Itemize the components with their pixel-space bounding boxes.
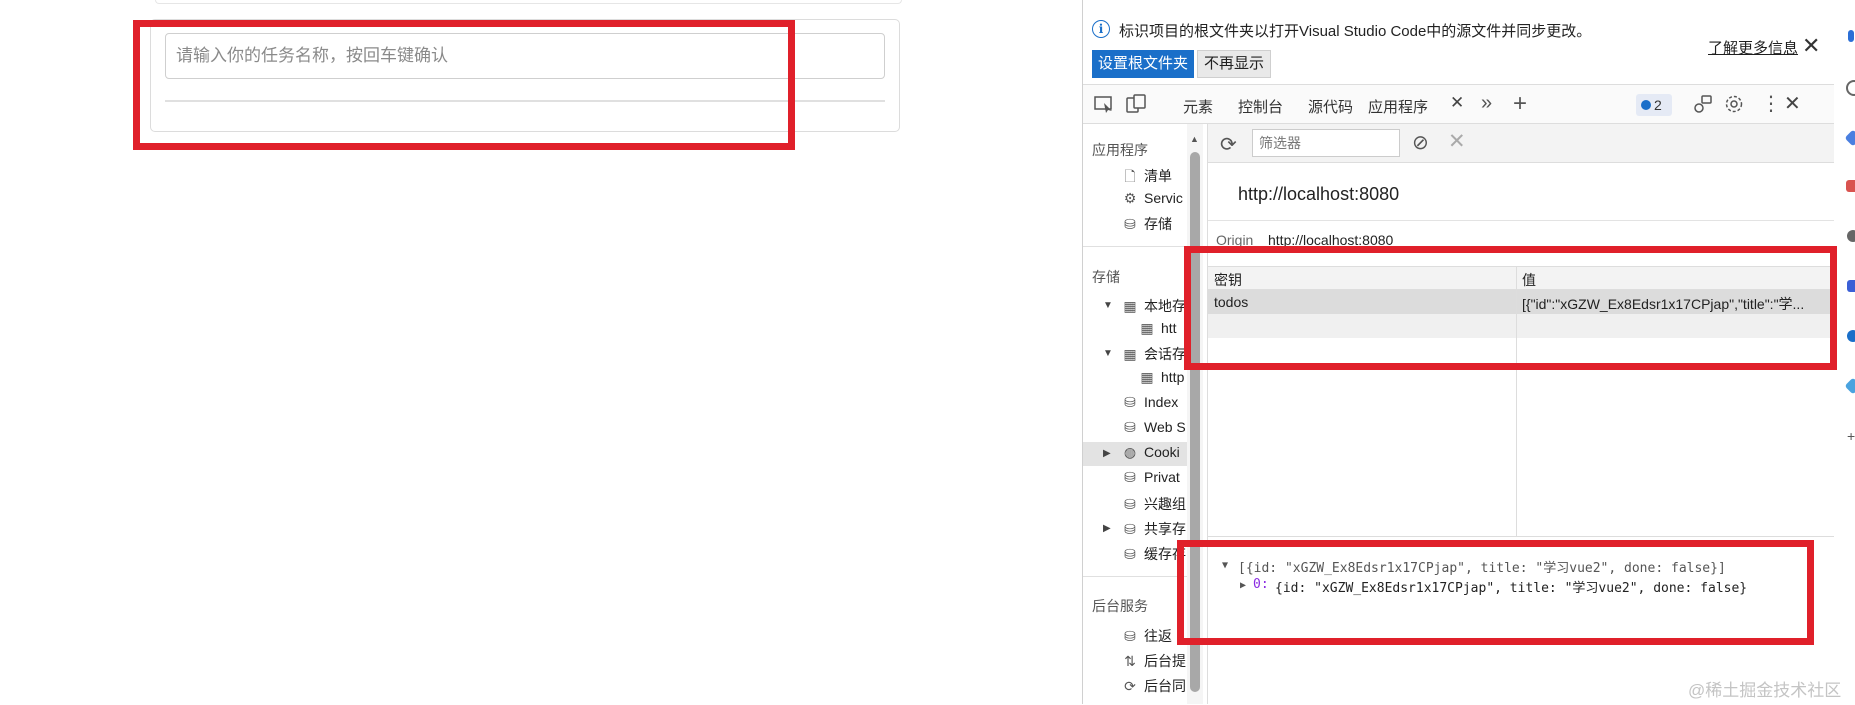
dont-show-again-button[interactable]: 不再显示 bbox=[1197, 50, 1272, 78]
sidebar-section-application: 应用程序 bbox=[1092, 142, 1148, 158]
set-root-folder-button[interactable]: 设置根文件夹 bbox=[1092, 50, 1195, 78]
settings-gear-icon[interactable] bbox=[1723, 94, 1745, 114]
games-icon[interactable] bbox=[1847, 230, 1855, 242]
collapse-triangle-icon[interactable]: ▼ bbox=[1222, 560, 1228, 571]
page-top-edge bbox=[155, 0, 902, 4]
issues-count: 2 bbox=[1654, 97, 1662, 113]
issues-badge[interactable]: 2 bbox=[1636, 94, 1672, 116]
cell-value: [{"id":"xGZW_Ex8Edsr1x17CPjap","title":"… bbox=[1522, 296, 1805, 312]
column-separator[interactable] bbox=[1516, 267, 1517, 537]
clear-all-icon[interactable]: ⊘ bbox=[1412, 130, 1429, 155]
origin-divider bbox=[1208, 220, 1835, 221]
tab-elements[interactable]: 元素 bbox=[1183, 96, 1213, 117]
sidebar-section-background-services: 后台服务 bbox=[1092, 598, 1148, 614]
watermark: @稀土掘金技术社区 bbox=[1688, 681, 1842, 700]
expand-triangle-icon[interactable]: ▶ bbox=[1103, 523, 1111, 534]
workspace-infobar: i 标识项目的根文件夹以打开Visual Studio Code中的源文件并同步… bbox=[1083, 0, 1835, 84]
database-icon: ⛁ bbox=[1124, 394, 1136, 410]
outlook-icon[interactable] bbox=[1847, 330, 1855, 342]
storage-toolbar: ⟳ ⊘ ✕ bbox=[1208, 124, 1835, 163]
preview-item[interactable]: {id: "xGZW_Ex8Edsr1x17CPjap", title: "学习… bbox=[1275, 577, 1747, 596]
close-devtools-icon[interactable]: ✕ bbox=[1784, 91, 1801, 116]
more-options-icon[interactable]: ⋮ bbox=[1761, 91, 1781, 116]
sidebar-separator bbox=[1083, 246, 1187, 247]
task-name-input[interactable] bbox=[165, 33, 885, 79]
devtools-panel: i 标识项目的根文件夹以打开Visual Studio Code中的源文件并同步… bbox=[1082, 0, 1835, 705]
tab-console[interactable]: 控制台 bbox=[1238, 96, 1283, 117]
designer-icon[interactable] bbox=[1844, 377, 1855, 395]
info-icon: i bbox=[1092, 20, 1110, 38]
copilot-icon[interactable] bbox=[1848, 30, 1854, 42]
refresh-icon[interactable]: ⟳ bbox=[1220, 132, 1237, 157]
office-icon[interactable] bbox=[1847, 280, 1855, 292]
database-icon: ⛁ bbox=[1124, 546, 1136, 562]
scroll-up-arrow-icon[interactable]: ▲ bbox=[1190, 134, 1199, 144]
origin-label: Origin bbox=[1216, 232, 1254, 248]
database-icon: ⛁ bbox=[1124, 469, 1136, 485]
infobar-message: 标识项目的根文件夹以打开Visual Studio Code中的源文件并同步更改… bbox=[1119, 23, 1592, 40]
todo-divider bbox=[165, 100, 885, 102]
devtools-tabbar: 元素 控制台 源代码 应用程序 ✕ » + 2 ⋮ ✕ bbox=[1083, 84, 1835, 124]
filter-input[interactable] bbox=[1252, 129, 1400, 157]
database-icon: ⛁ bbox=[1124, 521, 1136, 537]
file-icon: 🗋 bbox=[1124, 168, 1136, 184]
browser-sidebar-strip: + bbox=[1834, 0, 1855, 704]
expand-triangle-icon[interactable]: ▶ bbox=[1240, 580, 1246, 591]
close-icon[interactable]: ✕ bbox=[1802, 33, 1820, 59]
table-empty-row[interactable] bbox=[1208, 314, 1835, 338]
table-grid-icon: ▦ bbox=[1140, 369, 1154, 385]
more-tabs-icon[interactable]: » bbox=[1481, 92, 1492, 115]
inspect-element-icon[interactable] bbox=[1093, 94, 1115, 114]
database-icon: ⛁ bbox=[1124, 496, 1136, 512]
sidebar-section-storage: 存储 bbox=[1092, 269, 1120, 285]
learn-more-link[interactable]: 了解更多信息 bbox=[1708, 37, 1798, 58]
up-down-arrows-icon: ⇅ bbox=[1124, 653, 1136, 669]
shopping-icon[interactable] bbox=[1844, 129, 1855, 147]
expand-triangle-icon[interactable]: ▼ bbox=[1103, 300, 1113, 311]
origin-heading: http://localhost:8080 bbox=[1238, 184, 1400, 204]
database-icon: ⛁ bbox=[1124, 419, 1136, 435]
preview-item-index: 0: bbox=[1253, 577, 1269, 592]
sidebar-scrollbar-thumb[interactable] bbox=[1190, 152, 1200, 692]
table-grid-icon: ▦ bbox=[1123, 298, 1137, 314]
table-grid-icon: ▦ bbox=[1140, 320, 1154, 336]
tools-icon[interactable] bbox=[1846, 180, 1855, 192]
application-sidebar: 应用程序 🗋 清单 ⚙ Servic ⛁ 存储 存储 ▼ ▦ 本地存 ▦ htt ▼ ▦ 会… bbox=[1083, 124, 1208, 704]
table-header-row: 密钥 值 bbox=[1208, 267, 1835, 290]
storage-main-pane: ⟳ ⊘ ✕ http://localhost:8080 Origin http:… bbox=[1208, 124, 1835, 705]
delete-selected-icon[interactable]: ✕ bbox=[1448, 129, 1466, 154]
add-icon[interactable]: + bbox=[1847, 428, 1855, 444]
issues-icon bbox=[1641, 100, 1651, 110]
tab-sources[interactable]: 源代码 bbox=[1308, 96, 1353, 117]
origin-value: http://localhost:8080 bbox=[1268, 232, 1394, 248]
expand-triangle-icon[interactable]: ▶ bbox=[1103, 448, 1111, 459]
column-header-key[interactable]: 密钥 bbox=[1214, 270, 1242, 290]
table-row[interactable]: todos [{"id":"xGZW_Ex8Edsr1x17CPjap","ti… bbox=[1208, 290, 1835, 314]
close-tab-icon[interactable]: ✕ bbox=[1450, 93, 1464, 113]
database-icon: ⛁ bbox=[1124, 628, 1136, 644]
preview-summary: [{id: "xGZW_Ex8Edsr1x17CPjap", title: "学… bbox=[1238, 561, 1726, 576]
cell-key: todos bbox=[1214, 294, 1249, 310]
sync-icon: ⟳ bbox=[1124, 678, 1136, 694]
search-icon[interactable] bbox=[1846, 80, 1855, 96]
table-grid-icon: ▦ bbox=[1123, 346, 1137, 362]
sidebar-separator bbox=[1083, 576, 1187, 577]
cookie-icon: ◍ bbox=[1123, 444, 1137, 460]
database-icon: ⛁ bbox=[1124, 216, 1136, 232]
local-storage-table: 密钥 值 todos [{"id":"xGZW_Ex8Edsr1x17CPjap… bbox=[1208, 266, 1835, 537]
tab-application-label: 应用程序 bbox=[1368, 99, 1429, 116]
add-tab-icon[interactable]: + bbox=[1513, 90, 1527, 118]
column-header-value[interactable]: 值 bbox=[1522, 270, 1536, 290]
device-emulation-icon[interactable] bbox=[1125, 94, 1147, 114]
expand-triangle-icon[interactable]: ▼ bbox=[1103, 348, 1113, 359]
gear-icon: ⚙ bbox=[1123, 190, 1137, 206]
customize-icon[interactable] bbox=[1692, 94, 1714, 114]
